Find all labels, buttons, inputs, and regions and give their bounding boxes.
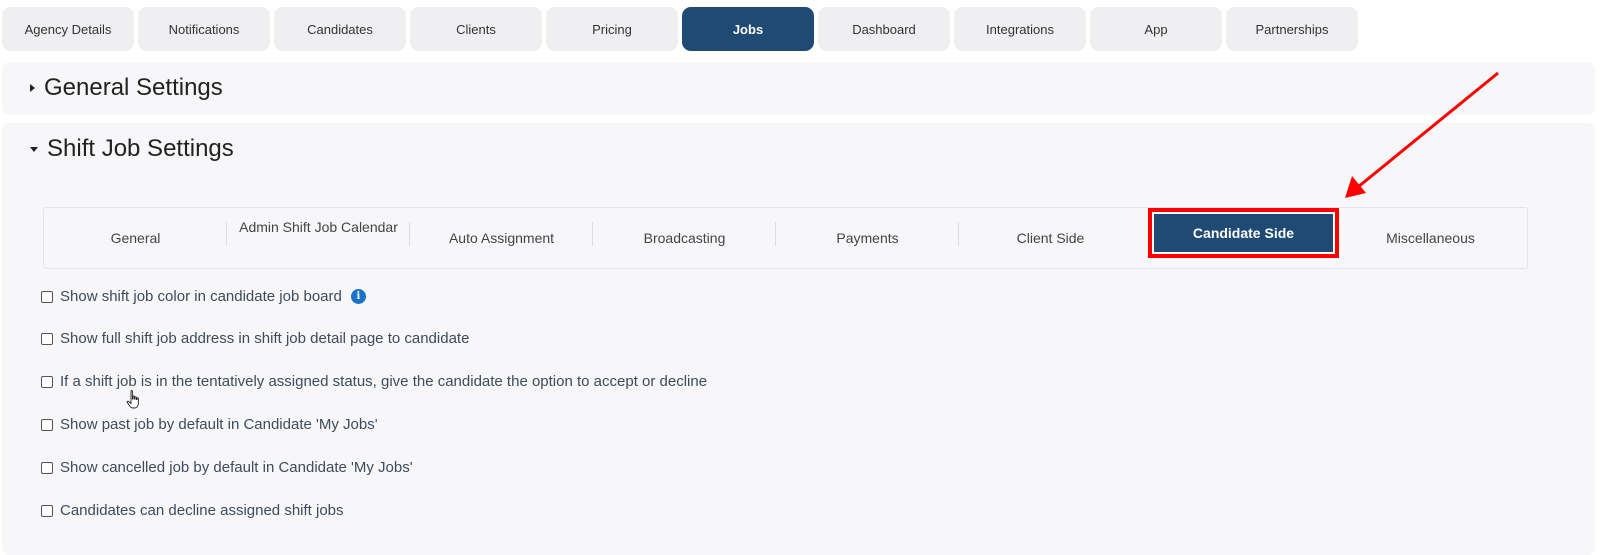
option-label: Show full shift job address in shift job… xyxy=(60,330,470,347)
checkbox-show-shift-job-color[interactable] xyxy=(41,290,53,303)
checkbox-tentative-accept-decline[interactable] xyxy=(41,375,53,388)
tab-dashboard[interactable]: Dashboard xyxy=(818,7,950,51)
subtab-client-side[interactable]: Client Side xyxy=(959,208,1142,268)
option-candidates-can-decline: Candidates can decline assigned shift jo… xyxy=(41,502,344,519)
general-settings-title: General Settings xyxy=(44,74,223,101)
subtab-auto-assignment[interactable]: Auto Assignment xyxy=(410,208,593,268)
subtab-admin-shift-job-calendar[interactable]: Admin Shift Job Calendar xyxy=(227,208,410,268)
general-settings-panel: General Settings xyxy=(2,62,1595,115)
tab-partnerships[interactable]: Partnerships xyxy=(1226,7,1358,51)
subtab-broadcasting[interactable]: Broadcasting xyxy=(593,208,776,268)
option-show-shift-job-color: Show shift job color in candidate job bo… xyxy=(41,288,366,305)
tab-candidates[interactable]: Candidates xyxy=(274,7,406,51)
tab-jobs[interactable]: Jobs xyxy=(682,7,814,51)
checkbox-show-cancelled-job[interactable] xyxy=(41,461,53,474)
subtab-candidate-side-label: Candidate Side xyxy=(1154,214,1333,252)
subtab-miscellaneous[interactable]: Miscellaneous xyxy=(1339,208,1522,268)
shift-settings-subtabs: General Admin Shift Job Calendar Auto As… xyxy=(43,207,1528,269)
tab-app[interactable]: App xyxy=(1090,7,1222,51)
subtab-general[interactable]: General xyxy=(44,208,227,268)
tab-clients[interactable]: Clients xyxy=(410,7,542,51)
top-tab-bar: Agency Details Notifications Candidates … xyxy=(2,7,1358,51)
checkbox-show-full-address[interactable] xyxy=(41,332,53,345)
option-label: Show shift job color in candidate job bo… xyxy=(60,288,342,305)
shift-job-settings-title: Shift Job Settings xyxy=(47,135,234,162)
caret-right-icon xyxy=(30,84,35,92)
caret-down-icon xyxy=(30,146,38,152)
option-label: Show past job by default in Candidate 'M… xyxy=(60,416,378,433)
subtab-candidate-side[interactable]: Candidate Side xyxy=(1148,208,1339,258)
tab-integrations[interactable]: Integrations xyxy=(954,7,1086,51)
tab-notifications[interactable]: Notifications xyxy=(138,7,270,51)
option-label: Show cancelled job by default in Candida… xyxy=(60,459,413,476)
tab-agency-details[interactable]: Agency Details xyxy=(2,7,134,51)
option-label: Candidates can decline assigned shift jo… xyxy=(60,502,344,519)
checkbox-show-past-job[interactable] xyxy=(41,418,53,431)
checkbox-candidates-can-decline[interactable] xyxy=(41,504,53,517)
hand-cursor-icon xyxy=(126,390,139,409)
option-label: If a shift job is in the tentatively ass… xyxy=(60,373,708,390)
option-show-cancelled-job: Show cancelled job by default in Candida… xyxy=(41,459,413,476)
info-icon[interactable]: i xyxy=(350,289,366,304)
option-tentative-accept-decline: If a shift job is in the tentatively ass… xyxy=(41,373,707,390)
subtab-payments[interactable]: Payments xyxy=(776,208,959,268)
shift-job-settings-toggle[interactable]: Shift Job Settings xyxy=(30,135,234,163)
option-show-full-address: Show full shift job address in shift job… xyxy=(41,330,469,347)
tab-pricing[interactable]: Pricing xyxy=(546,7,678,51)
general-settings-toggle[interactable]: General Settings xyxy=(30,74,223,102)
option-show-past-job: Show past job by default in Candidate 'M… xyxy=(41,416,378,433)
